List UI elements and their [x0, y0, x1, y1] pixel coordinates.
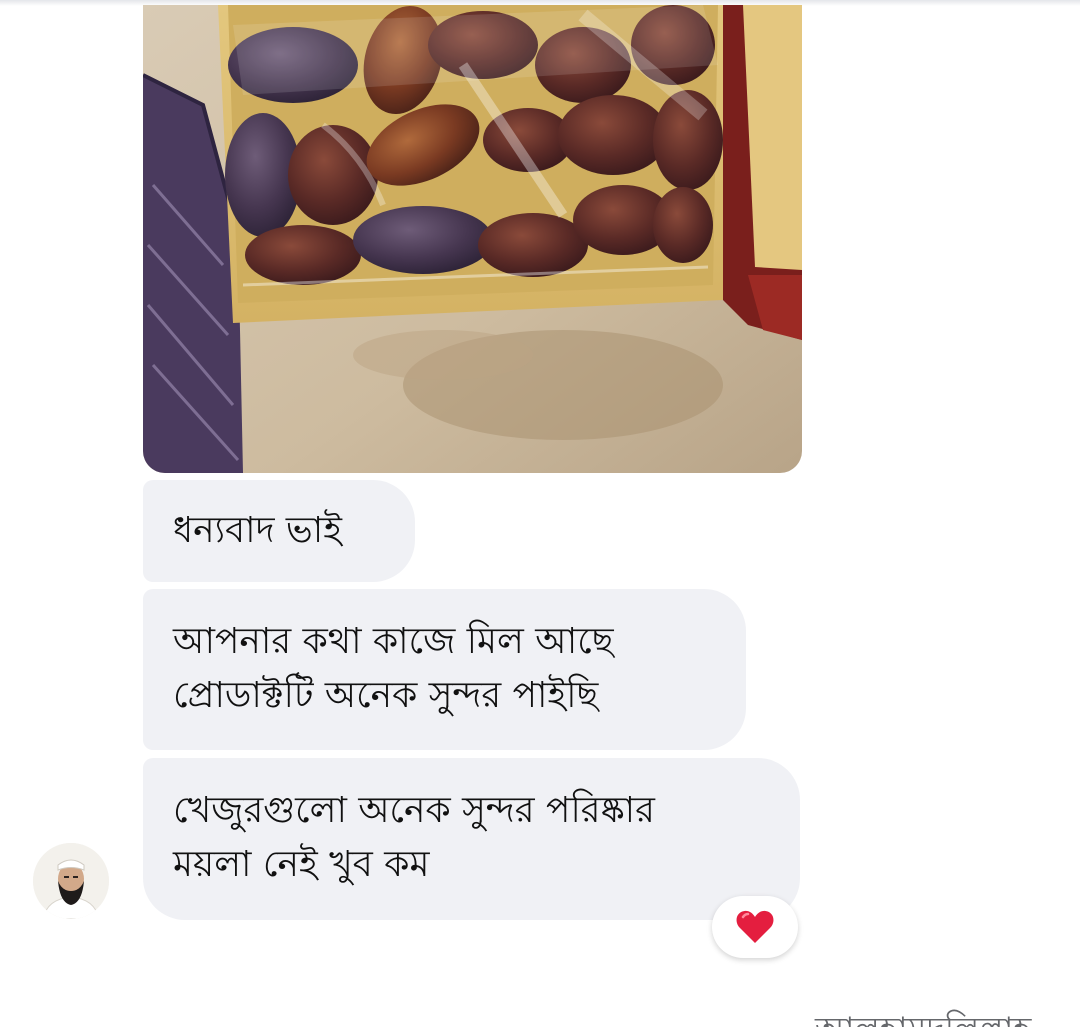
message-bubble[interactable]: ধন্যবাদ ভাই: [143, 480, 415, 582]
dates-photo-image: [143, 5, 802, 473]
message-bubble[interactable]: আপনার কথা কাজে মিল আছে প্রোডাক্টটি অনেক …: [143, 589, 746, 750]
message-text: আপনার কথা কাজে মিল আছে: [173, 621, 614, 662]
message-text: খেজুরগুলো অনেক সুন্দর পরিষ্কার: [173, 790, 655, 831]
chat-screen: ধন্যবাদ ভাই আপনার কথা কাজে মিল আছে প্রোড…: [0, 0, 1080, 1027]
message-text: ময়লা নেই খুব কম: [173, 844, 430, 885]
shared-photo-dates-box[interactable]: [143, 5, 802, 473]
message-text: ধন্যবাদ ভাই: [173, 510, 342, 551]
person-avatar-icon: [33, 843, 109, 919]
message-text: প্রোডাক্টটি অনেক সুন্দর পাইছি: [173, 675, 599, 716]
heart-icon: [736, 910, 774, 943]
sender-avatar[interactable]: [33, 843, 109, 919]
next-message-text-clipped: আলহামদুলিল্লাহ: [815, 1010, 1031, 1027]
reaction-badge[interactable]: [712, 896, 798, 958]
message-bubble[interactable]: খেজুরগুলো অনেক সুন্দর পরিষ্কার ময়লা নেই…: [143, 758, 800, 920]
